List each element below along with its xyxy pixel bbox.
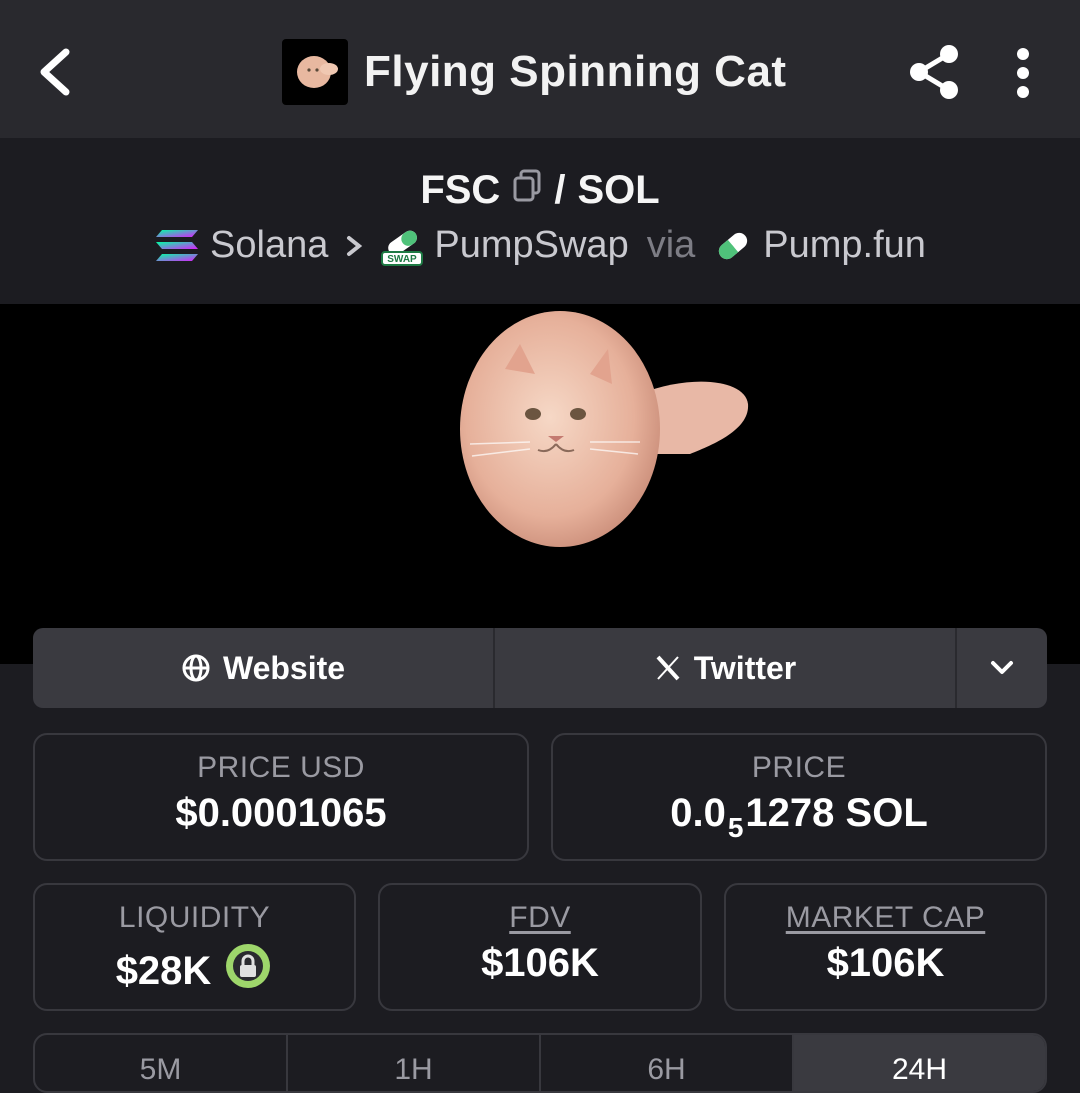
market-cap-value: $106K [826, 941, 945, 985]
price-native-card: PRICE 0.0 5 1278 SOL [551, 733, 1047, 861]
fdv-label[interactable]: FDV [380, 901, 700, 935]
price-usd-card: PRICE USD $0.0001065 [33, 733, 529, 861]
tab-1h[interactable]: 1H [288, 1035, 541, 1091]
price-native-label: PRICE [751, 751, 847, 784]
pair-header: FSC / SOL Solana SWAP PumpSwap via Pump.… [0, 138, 1080, 304]
chevron-left-icon [40, 48, 70, 96]
price-digits: 1278 SOL [745, 791, 928, 835]
twitter-button[interactable]: Twitter [495, 628, 957, 708]
fdv-value: $106K [481, 941, 599, 985]
liquidity-label: LIQUIDITY [118, 901, 271, 934]
more-vertical-icon [1017, 48, 1029, 98]
pill-icon [719, 232, 748, 259]
solana-icon [156, 229, 199, 261]
more-menu-button[interactable] [1003, 46, 1043, 102]
pair-title: FSC / SOL [0, 168, 1080, 213]
chain-link[interactable]: Solana [154, 224, 328, 267]
app-bar: Flying Spinning Cat [0, 0, 1080, 138]
token-logo [282, 39, 348, 105]
tab-5m[interactable]: 5M [35, 1035, 288, 1091]
market-cap-label[interactable]: MARKET CAP [726, 901, 1045, 935]
chevron-right-icon [347, 235, 363, 256]
cat-image [460, 311, 749, 547]
fdv-card[interactable]: FDV $106K [378, 883, 702, 1011]
more-links-button[interactable] [957, 628, 1047, 708]
liquidity-value: $28K [115, 948, 212, 993]
tab-24h[interactable]: 24H [794, 1035, 1045, 1091]
back-button[interactable] [30, 40, 90, 104]
page-title: Flying Spinning Cat [364, 47, 787, 96]
price-prefix: 0.0 [670, 791, 726, 835]
liquidity-lock-button[interactable] [223, 941, 273, 1001]
dex-link[interactable]: SWAP PumpSwap [380, 224, 629, 267]
dex-name: PumpSwap [434, 224, 629, 266]
share-icon [910, 45, 958, 99]
links-bar: Website Twitter [33, 628, 1047, 708]
copy-address-button[interactable] [512, 168, 542, 213]
liquidity-row: $28K [35, 941, 354, 1001]
breadcrumb: Solana SWAP PumpSwap via Pump.fun [0, 224, 1080, 267]
price-native-value: 0.0 5 1278 SOL [553, 791, 1045, 843]
price-usd-label: PRICE USD [197, 751, 365, 784]
launchpad-name: Pump.fun [763, 224, 926, 266]
token-title: Flying Spinning Cat [282, 38, 787, 106]
globe-icon [182, 654, 210, 682]
lock-icon [226, 944, 271, 988]
chevron-down-icon [991, 661, 1013, 674]
quote-symbol: SOL [577, 168, 660, 212]
price-zero-count: 5 [727, 811, 744, 843]
x-logo-icon [656, 655, 680, 681]
tab-6h[interactable]: 6H [541, 1035, 794, 1091]
liquidity-card: LIQUIDITY $28K [33, 883, 356, 1011]
share-button[interactable] [905, 42, 963, 102]
launchpad-link[interactable]: Pump.fun [713, 224, 926, 267]
via-label: via [646, 224, 696, 266]
market-cap-card[interactable]: MARKET CAP $106K [724, 883, 1047, 1011]
website-label: Website [222, 649, 346, 686]
chain-name: Solana [210, 224, 329, 266]
twitter-label: Twitter [693, 649, 797, 686]
copy-icon [513, 169, 541, 202]
timeframe-tabs: 5M 1H 6H 24H [33, 1033, 1047, 1093]
pumpswap-icon: SWAP [381, 230, 424, 266]
token-banner [0, 304, 1080, 664]
website-button[interactable]: Website [33, 628, 495, 708]
base-symbol: FSC [420, 168, 501, 212]
pair-separator: / [554, 168, 566, 212]
price-usd-value: $0.0001065 [175, 791, 387, 835]
swap-badge-text: SWAP [388, 254, 418, 265]
